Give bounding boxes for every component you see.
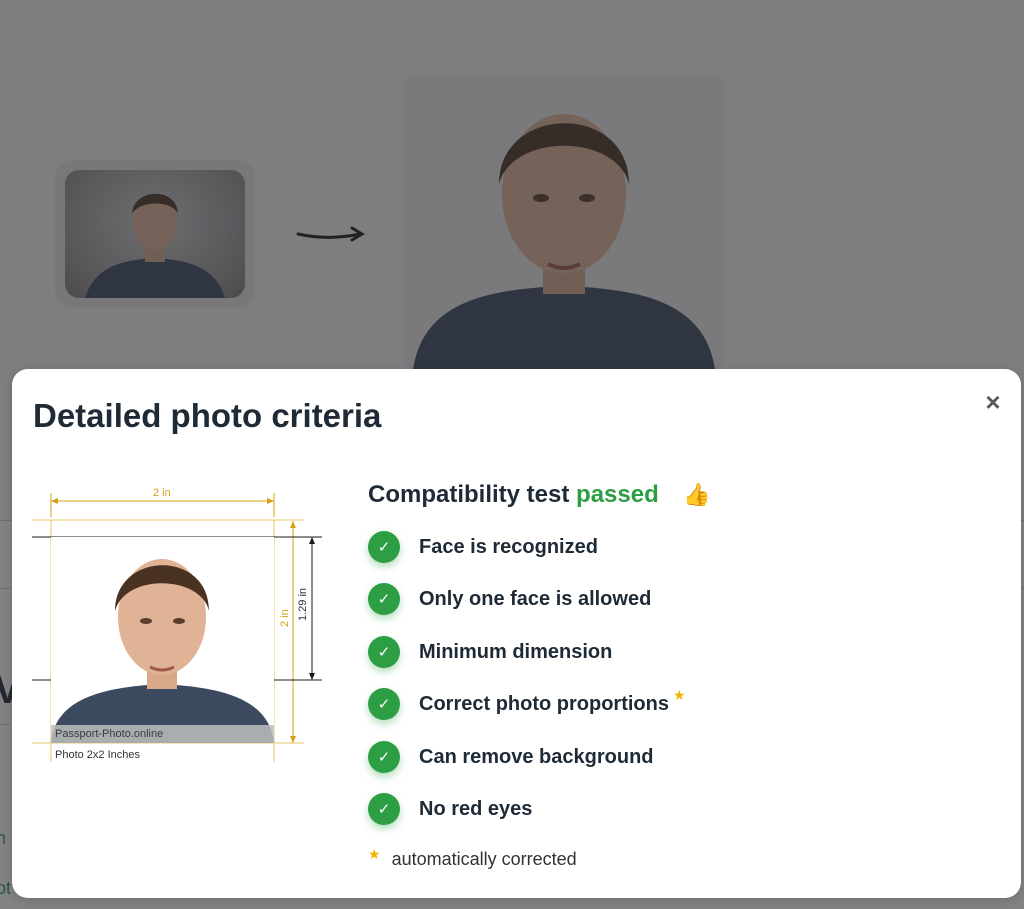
photo-dimensions-diagram: Passport-Photo.online 2 in 2 in 1.29 in … <box>32 487 332 767</box>
star-icon: ★ <box>368 846 381 862</box>
footnote: ★ automatically corrected <box>368 846 577 870</box>
head-height-label: 1.29 in <box>297 587 309 621</box>
criterion-label: Can remove background <box>419 745 654 768</box>
list-item: ✓ Minimum dimension <box>368 635 686 688</box>
list-item: ✓ Correct photo proportions ★ <box>368 687 686 740</box>
close-button[interactable]: × <box>982 389 1004 415</box>
thumbs-up-icon: 👍 <box>683 482 711 507</box>
criterion-label: Correct photo proportions ★ <box>419 687 686 721</box>
width-label: 2 in <box>153 487 171 499</box>
criterion-label: Face is recognized <box>419 536 598 558</box>
compatibility-title: Compatibility test passed 👍 <box>368 481 968 509</box>
check-icon: ✓ <box>368 792 400 825</box>
modal-title: Detailed photo criteria <box>33 397 382 434</box>
criterion-label: No red eyes <box>419 797 533 820</box>
check-icon: ✓ <box>368 688 400 721</box>
star-icon: ★ <box>672 687 686 704</box>
compatibility-status: passed <box>576 481 659 508</box>
check-icon: ✓ <box>368 635 400 668</box>
criterion-label: Minimum dimension <box>419 640 613 663</box>
list-item: ✓ Face is recognized <box>368 531 686 583</box>
list-item: ✓ No red eyes <box>368 792 686 845</box>
list-item: ✓ Only one face is allowed <box>368 583 686 635</box>
footnote-text: automatically corrected <box>391 849 577 869</box>
photo-watermark: Passport-Photo.online <box>51 725 274 743</box>
close-icon[interactable]: × <box>985 387 1000 417</box>
photo-size-caption: Photo 2x2 Inches <box>55 749 141 761</box>
check-icon: ✓ <box>368 531 400 563</box>
compatibility-panel: Compatibility test passed 👍 ✓ Face is re… <box>368 481 968 869</box>
compatibility-title-prefix: Compatibility test <box>368 481 570 508</box>
height-label: 2 in <box>279 609 291 627</box>
photo-criteria-modal: Detailed photo criteria × Passport-Photo… <box>12 369 1021 898</box>
check-icon: ✓ <box>368 740 400 773</box>
criterion-label: Only one face is allowed <box>419 588 652 611</box>
criterion-label-text: Correct photo proportions <box>419 693 669 716</box>
criteria-list: ✓ Face is recognized ✓ Only one face is … <box>368 531 686 845</box>
list-item: ✓ Can remove background <box>368 740 686 793</box>
check-icon: ✓ <box>368 583 400 616</box>
sample-passport-photo: Passport-Photo.online <box>51 537 274 743</box>
